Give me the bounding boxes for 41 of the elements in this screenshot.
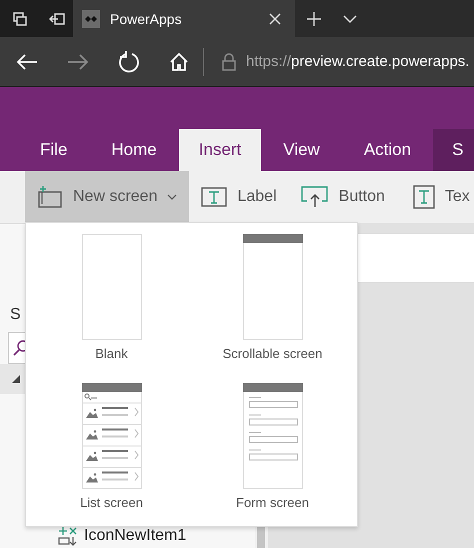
- tab-preview-icon[interactable]: [13, 12, 27, 26]
- ribbon-tab[interactable]: View: [261, 129, 342, 171]
- caret-icon: [167, 194, 178, 200]
- add-item-icon: [58, 526, 78, 546]
- screen-option-label[interactable]: Blank: [95, 346, 128, 361]
- plus-icon[interactable]: [307, 12, 321, 26]
- set-aside-tabs-icon[interactable]: [49, 12, 65, 24]
- list-screen-thumbnail[interactable]: [82, 383, 142, 489]
- lock-icon: [222, 52, 236, 70]
- ribbon-tab[interactable]: Action: [342, 129, 434, 171]
- ribbon-tab[interactable]: S: [433, 129, 474, 171]
- screen-option-label[interactable]: Form screen: [236, 495, 309, 510]
- label-icon: [201, 187, 228, 207]
- toolbar-button[interactable]: New screen: [25, 171, 190, 223]
- screen-option-label[interactable]: Scrollable screen: [222, 346, 322, 361]
- back-arrow-icon[interactable]: [16, 52, 38, 70]
- button-icon: [300, 186, 329, 208]
- browser-tab[interactable]: PowerApps: [73, 0, 295, 37]
- tree-item[interactable]: IconNewItem1: [0, 524, 255, 548]
- ribbon-tab[interactable]: Home: [89, 129, 179, 171]
- toolbar-button[interactable]: Label: [189, 171, 289, 223]
- tab-title: PowerApps: [110, 10, 183, 26]
- forward-arrow-icon[interactable]: [67, 52, 89, 70]
- address-field[interactable]: https://preview.create.powerapps.: [246, 53, 470, 70]
- toolbar-button[interactable]: Button: [288, 171, 397, 223]
- ribbon-tab[interactable]: Insert: [178, 129, 262, 171]
- ribbon-tab[interactable]: File: [18, 129, 90, 171]
- screen-option-label[interactable]: List screen: [80, 495, 143, 510]
- text-input-icon: [412, 185, 435, 209]
- form-screen-thumbnail[interactable]: [242, 383, 302, 489]
- blank-screen-thumbnail[interactable]: [82, 234, 142, 340]
- home-icon[interactable]: [169, 52, 189, 72]
- scrollable-screen-thumbnail[interactable]: [242, 234, 302, 340]
- close-icon[interactable]: [269, 12, 281, 24]
- app-logo-icon: [82, 10, 100, 28]
- refresh-icon[interactable]: [118, 50, 140, 72]
- panel-title: S: [10, 305, 21, 325]
- chevron-down-icon[interactable]: [343, 14, 357, 22]
- expand-triangle-icon[interactable]: [12, 375, 20, 383]
- toolbar-button[interactable]: Tex: [400, 171, 474, 223]
- new-screen-icon: [37, 186, 63, 208]
